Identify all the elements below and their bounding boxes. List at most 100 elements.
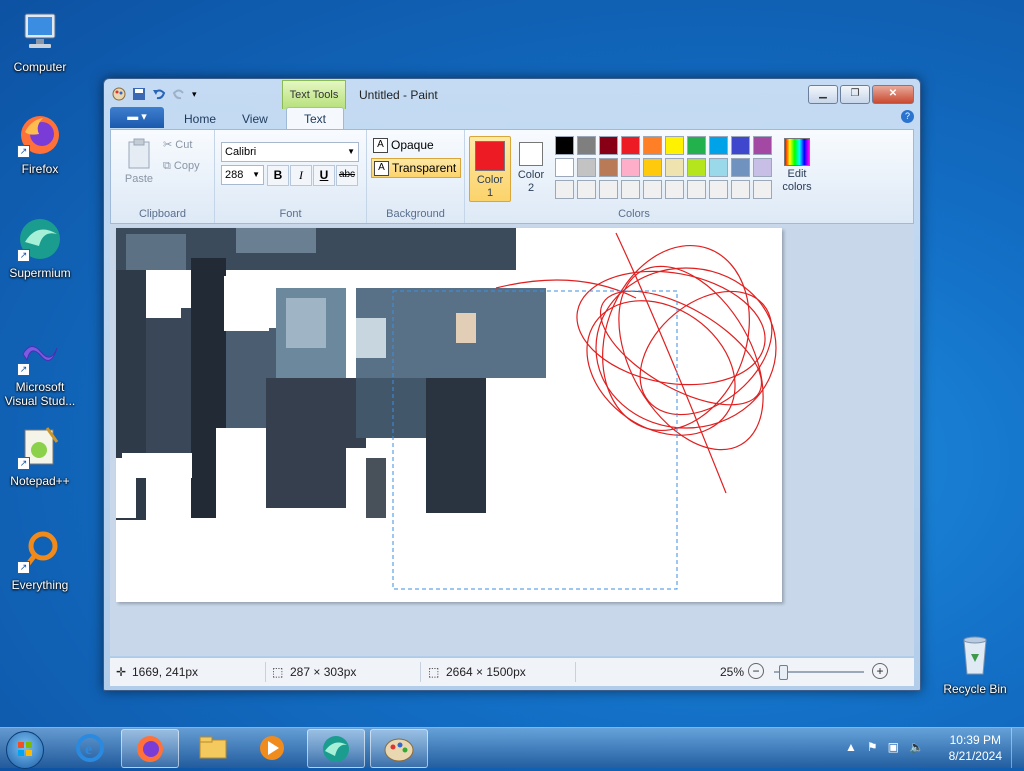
tab-home[interactable]: Home xyxy=(174,110,226,129)
action-center-flag-icon[interactable]: ⚑ xyxy=(867,740,878,754)
customize-qat-icon[interactable]: ▾ xyxy=(192,87,206,101)
taskbar-media-player[interactable] xyxy=(244,729,300,766)
redo-icon[interactable] xyxy=(172,87,186,101)
copy-button[interactable]: ⧉ Copy xyxy=(163,160,200,173)
paste-button[interactable]: Paste xyxy=(119,138,159,185)
palette-swatch[interactable] xyxy=(687,180,706,199)
font-family-dropdown[interactable]: Calibri ▼ xyxy=(221,142,359,162)
palette-swatch[interactable] xyxy=(599,136,618,155)
help-icon[interactable]: ? xyxy=(901,110,914,123)
desktop-icon-everything[interactable]: ↗ Everything xyxy=(0,528,80,592)
color2-label: Color 2 xyxy=(517,169,545,194)
supermium-icon xyxy=(323,736,349,762)
taskbar-firefox[interactable] xyxy=(121,729,179,768)
palette-swatch[interactable] xyxy=(731,180,750,199)
palette-swatch[interactable] xyxy=(665,180,684,199)
font-size-dropdown[interactable]: 288 ▼ xyxy=(221,165,264,185)
palette-swatch[interactable] xyxy=(731,158,750,177)
selection-size: 287 × 303px xyxy=(290,665,357,679)
zoom-out-button[interactable]: − xyxy=(748,663,764,679)
canvas-area[interactable] xyxy=(110,224,914,656)
transparent-label: Transparent xyxy=(392,161,457,175)
tab-text[interactable]: Text xyxy=(286,107,344,130)
drawing-canvas[interactable] xyxy=(116,228,782,602)
cut-button[interactable]: ✂ Cut xyxy=(163,138,192,151)
tab-view[interactable]: View xyxy=(232,110,278,129)
zoom-in-button[interactable]: + xyxy=(872,663,888,679)
palette-swatch[interactable] xyxy=(555,158,574,177)
palette-swatch[interactable] xyxy=(643,180,662,199)
volume-muted-icon[interactable]: 🔈 xyxy=(909,740,924,754)
palette-swatch[interactable] xyxy=(577,136,596,155)
color-palette xyxy=(555,136,772,199)
background-group: A Opaque A Transparent Background xyxy=(367,130,465,223)
color-wheel-icon xyxy=(784,138,810,166)
paint-menu-button[interactable]: ▬ ▾ xyxy=(110,107,164,128)
palette-swatch[interactable] xyxy=(731,136,750,155)
palette-swatch[interactable] xyxy=(577,180,596,199)
desktop-icon-firefox[interactable]: ↗ Firefox xyxy=(0,112,80,176)
restore-button[interactable]: ❐ xyxy=(840,85,870,104)
opaque-option[interactable]: A Opaque xyxy=(371,136,438,154)
italic-button[interactable]: I xyxy=(290,165,312,186)
palette-swatch[interactable] xyxy=(555,136,574,155)
taskbar-clock[interactable]: 10:39 PM 8/21/2024 xyxy=(949,732,1002,764)
underline-button[interactable]: U xyxy=(313,165,335,186)
undo-icon[interactable] xyxy=(152,87,166,101)
palette-swatch[interactable] xyxy=(753,136,772,155)
show-hidden-icons-icon[interactable]: ▲ xyxy=(845,740,857,754)
color1-swatch xyxy=(475,141,505,171)
palette-swatch[interactable] xyxy=(665,136,684,155)
transparent-option[interactable]: A Transparent xyxy=(371,158,462,178)
desktop-icon-computer[interactable]: Computer xyxy=(0,10,80,74)
palette-swatch[interactable] xyxy=(599,180,618,199)
palette-swatch[interactable] xyxy=(643,158,662,177)
save-icon[interactable] xyxy=(132,87,146,101)
palette-swatch[interactable] xyxy=(621,158,640,177)
palette-swatch[interactable] xyxy=(599,158,618,177)
taskbar-supermium[interactable] xyxy=(307,729,365,768)
zoom-slider[interactable] xyxy=(774,665,864,680)
bold-button[interactable]: B xyxy=(267,165,289,186)
palette-swatch[interactable] xyxy=(753,158,772,177)
palette-swatch[interactable] xyxy=(621,180,640,199)
taskbar-paint[interactable] xyxy=(370,729,428,768)
desktop-icon-recycle-bin[interactable]: Recycle Bin xyxy=(935,632,1015,696)
paint-app-icon[interactable] xyxy=(112,87,126,101)
cut-label: Cut xyxy=(175,139,193,151)
window-title: Untitled - Paint xyxy=(359,88,438,102)
opaque-label: Opaque xyxy=(391,138,434,152)
strikethrough-button[interactable]: abc xyxy=(336,165,358,186)
desktop-icon-visual-studio[interactable]: ↗ Microsoft Visual Stud... xyxy=(0,330,80,408)
network-icon[interactable]: ▣ xyxy=(888,740,899,754)
palette-swatch[interactable] xyxy=(643,136,662,155)
close-button[interactable]: ✕ xyxy=(872,85,914,104)
palette-swatch[interactable] xyxy=(687,158,706,177)
desktop-icon-supermium[interactable]: ↗ Supermium xyxy=(0,216,80,280)
palette-swatch[interactable] xyxy=(753,180,772,199)
visual-studio-icon: ↗ xyxy=(17,330,63,376)
color1-button[interactable]: Color 1 xyxy=(469,136,511,202)
start-button[interactable] xyxy=(6,731,44,769)
desktop-icon-notepadpp[interactable]: ↗ Notepad++ xyxy=(0,424,80,488)
show-desktop-button[interactable] xyxy=(1011,728,1024,768)
palette-swatch[interactable] xyxy=(687,136,706,155)
internet-explorer-icon: e xyxy=(76,734,104,762)
computer-icon xyxy=(17,10,63,56)
minimize-button[interactable]: ▁ xyxy=(808,85,838,104)
color2-button[interactable]: Color 2 xyxy=(511,136,551,200)
zoom-slider-thumb[interactable] xyxy=(779,665,788,680)
shortcut-arrow-icon: ↗ xyxy=(17,145,30,158)
edit-colors-button[interactable]: Edit colors xyxy=(777,138,817,194)
palette-swatch[interactable] xyxy=(555,180,574,199)
palette-swatch[interactable] xyxy=(709,180,728,199)
palette-swatch[interactable] xyxy=(621,136,640,155)
palette-swatch[interactable] xyxy=(709,158,728,177)
palette-swatch[interactable] xyxy=(577,158,596,177)
desktop-icon-label: Recycle Bin xyxy=(943,682,1007,696)
taskbar-internet-explorer[interactable]: e xyxy=(62,729,118,766)
taskbar-file-explorer[interactable] xyxy=(185,729,241,766)
palette-swatch[interactable] xyxy=(709,136,728,155)
palette-swatch[interactable] xyxy=(665,158,684,177)
clock-time: 10:39 PM xyxy=(949,733,1001,747)
